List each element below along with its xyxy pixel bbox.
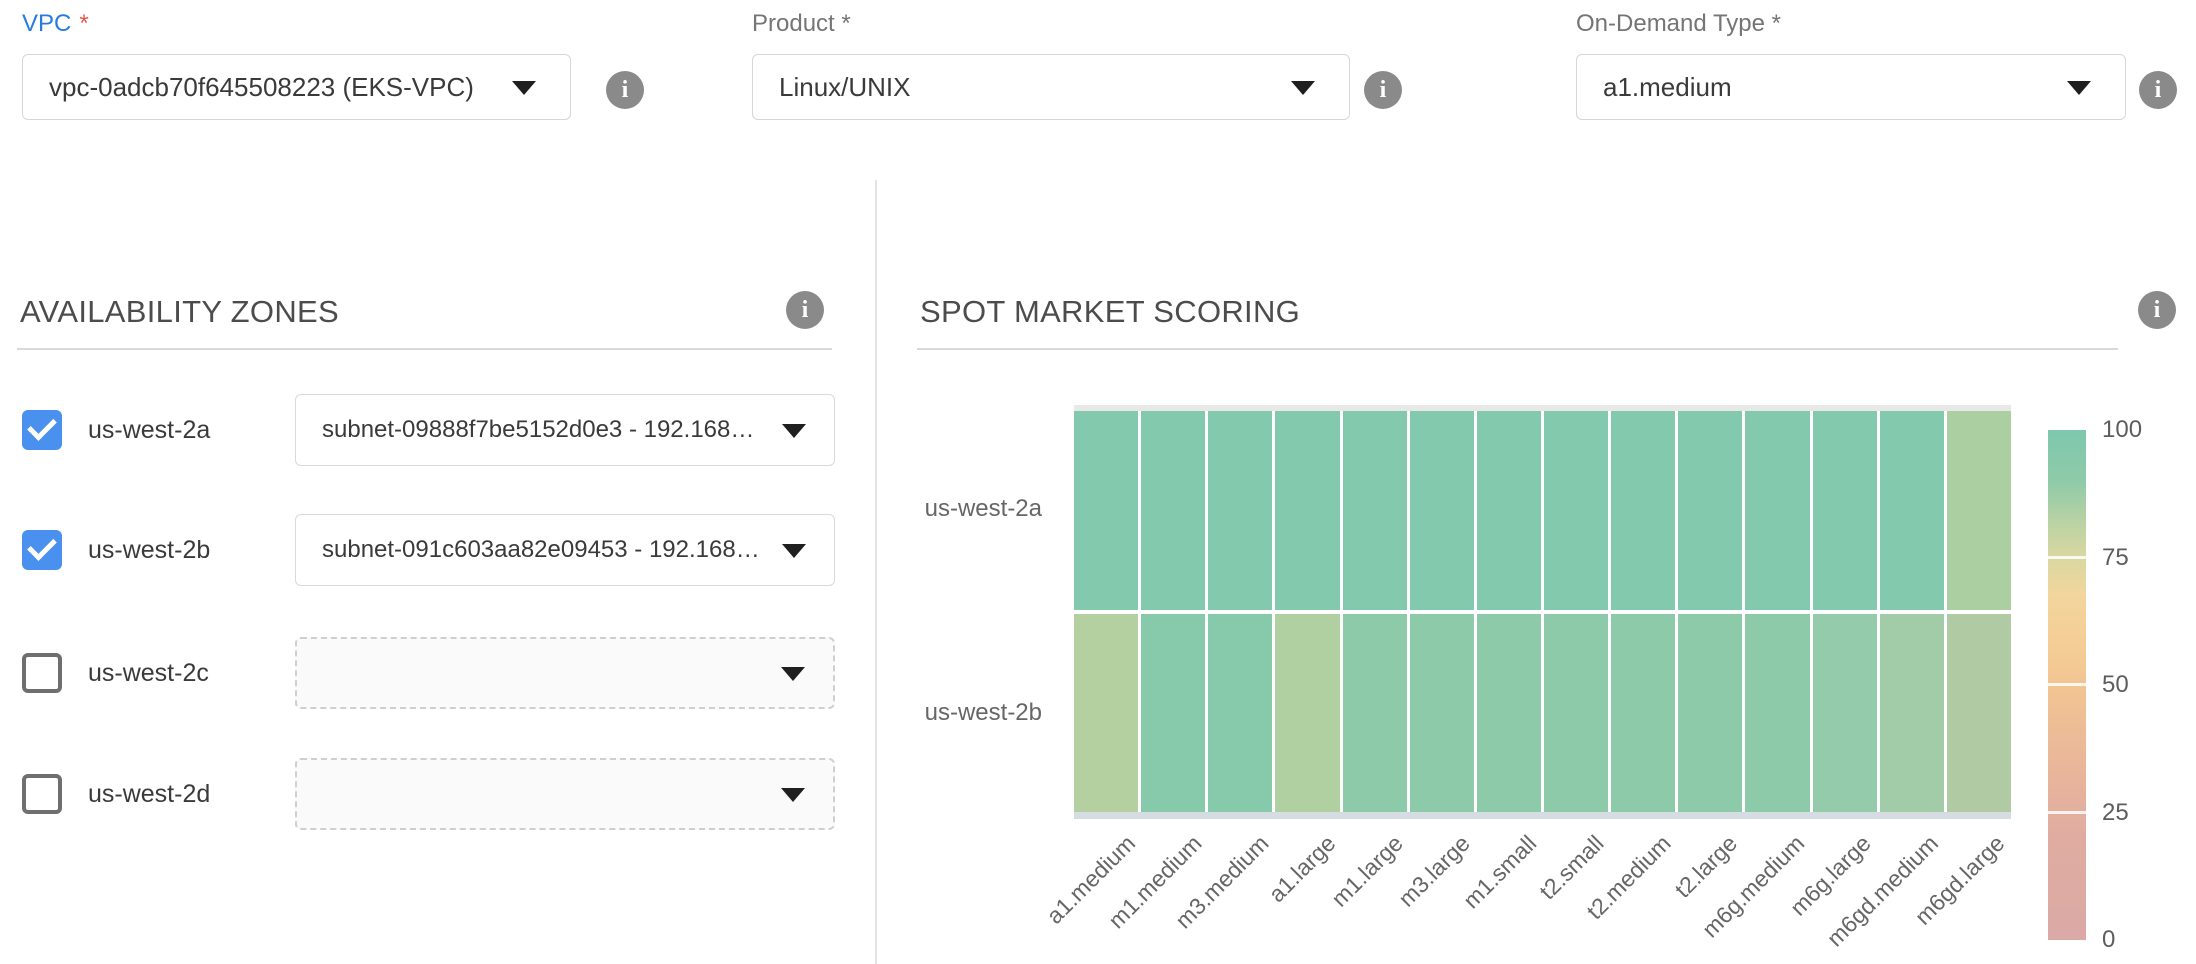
chevron-down-icon — [781, 788, 805, 802]
heatmap-cell — [1678, 614, 1742, 813]
heatmap-cell — [1745, 614, 1809, 813]
colorbar-tick — [2048, 556, 2086, 559]
heatmap-cell — [1410, 614, 1474, 813]
heatmap-cell — [1544, 614, 1608, 813]
heatmap-cell — [1141, 411, 1205, 610]
chevron-down-icon — [781, 667, 805, 681]
vpc-label: VPC * — [22, 10, 89, 38]
product-select[interactable]: Linux/UNIX — [752, 54, 1350, 120]
vpc-select[interactable]: vpc-0adcb70f645508223 (EKS-VPC) — [22, 54, 571, 120]
colorbar — [2048, 430, 2086, 940]
heatmap-cell — [1343, 411, 1407, 610]
heatmap-cell — [1813, 411, 1877, 610]
heatmap-cell — [1947, 614, 2011, 813]
heatmap-cell — [1745, 411, 1809, 610]
info-icon[interactable]: i — [786, 291, 824, 329]
panel-divider — [875, 180, 877, 964]
heatmap-x-axis: a1.mediumm1.mediumm3.mediuma1.largem1.la… — [1074, 830, 2011, 964]
heatmap-cell — [1544, 411, 1608, 610]
chevron-down-icon — [782, 544, 806, 558]
required-asterisk: * — [79, 10, 88, 37]
vpc-label-text: VPC — [22, 10, 71, 37]
zone-label: us-west-2c — [88, 633, 209, 713]
heatmap-cell — [1611, 614, 1675, 813]
colorbar-tick — [2048, 811, 2086, 814]
az-row-us-west-2d: us-west-2d — [20, 754, 835, 834]
subnet-select[interactable]: subnet-09888f7be5152d0e3 - 192.168… — [295, 394, 835, 466]
heatmap-cell — [1947, 411, 2011, 610]
heatmap-cell — [1074, 614, 1138, 813]
heatmap-cell — [1880, 411, 1944, 610]
colorbar-tick-label: 50 — [2102, 671, 2129, 699]
zone-checkbox[interactable] — [22, 774, 62, 814]
on-demand-type-select[interactable]: a1.medium — [1576, 54, 2126, 120]
info-icon[interactable]: i — [2138, 291, 2176, 329]
heatmap-cell — [1611, 411, 1675, 610]
y-axis-label: us-west-2a — [840, 494, 1042, 524]
zone-checkbox[interactable] — [22, 653, 62, 693]
az-row-us-west-2a: us-west-2a subnet-09888f7be5152d0e3 - 19… — [20, 390, 835, 470]
chevron-down-icon — [512, 81, 536, 95]
spot-score-heatmap — [1074, 411, 2011, 812]
chevron-down-icon — [2067, 81, 2091, 95]
heatmap-cell — [1477, 614, 1541, 813]
check-icon — [27, 531, 57, 561]
heatmap-cell — [1074, 411, 1138, 610]
section-divider — [917, 348, 2118, 350]
x-axis-label: m1.small — [1458, 830, 1542, 914]
on-demand-type-label: On-Demand Type * — [1576, 10, 1781, 38]
heatmap-cell — [1275, 614, 1339, 813]
az-row-us-west-2b: us-west-2b subnet-091c603aa82e09453 - 19… — [20, 510, 835, 590]
subnet-select-value: subnet-09888f7be5152d0e3 - 192.168… — [322, 416, 754, 444]
product-select-value: Linux/UNIX — [779, 72, 911, 103]
heatmap-cell — [1275, 411, 1339, 610]
heatmap-cell — [1343, 614, 1407, 813]
heatmap-cell — [1813, 614, 1877, 813]
chevron-down-icon — [782, 424, 806, 438]
colorbar-tick-label: 75 — [2102, 544, 2129, 572]
y-axis-label: us-west-2b — [840, 698, 1042, 728]
heatmap-cell — [1477, 411, 1541, 610]
subnet-select-value: subnet-091c603aa82e09453 - 192.168… — [322, 536, 760, 564]
spot-market-scoring-title: SPOT MARKET SCORING — [920, 294, 1300, 330]
info-icon[interactable]: i — [1364, 71, 1402, 109]
heatmap-cell — [1678, 411, 1742, 610]
colorbar-tick — [2048, 683, 2086, 686]
availability-zones-title: AVAILABILITY ZONES — [20, 294, 339, 330]
heatmap-bottom-strip — [1074, 812, 2011, 819]
check-icon — [27, 411, 57, 441]
page: VPC * vpc-0adcb70f645508223 (EKS-VPC) i P… — [0, 0, 2196, 964]
section-divider — [17, 348, 832, 350]
vpc-select-value: vpc-0adcb70f645508223 (EKS-VPC) — [49, 72, 474, 103]
colorbar-tick-label: 100 — [2102, 416, 2142, 444]
zone-checkbox[interactable] — [22, 410, 62, 450]
info-icon[interactable]: i — [2139, 71, 2177, 109]
on-demand-type-select-value: a1.medium — [1603, 72, 1732, 103]
subnet-select[interactable] — [295, 758, 835, 830]
x-axis-label: m1.large — [1326, 830, 1408, 912]
zone-checkbox[interactable] — [22, 530, 62, 570]
az-row-us-west-2c: us-west-2c — [20, 633, 835, 713]
heatmap-cell — [1410, 411, 1474, 610]
zone-label: us-west-2b — [88, 510, 210, 590]
colorbar-tick-label: 0 — [2102, 926, 2115, 954]
heatmap-cell — [1141, 614, 1205, 813]
zone-label: us-west-2a — [88, 390, 210, 470]
chevron-down-icon — [1291, 81, 1315, 95]
heatmap-cell — [1880, 614, 1944, 813]
subnet-select[interactable] — [295, 637, 835, 709]
heatmap-cell — [1208, 411, 1272, 610]
zone-label: us-west-2d — [88, 754, 210, 834]
info-icon[interactable]: i — [606, 71, 644, 109]
subnet-select[interactable]: subnet-091c603aa82e09453 - 192.168… — [295, 514, 835, 586]
product-label: Product * — [752, 10, 851, 38]
heatmap-cell — [1208, 614, 1272, 813]
colorbar-tick-label: 25 — [2102, 799, 2129, 827]
